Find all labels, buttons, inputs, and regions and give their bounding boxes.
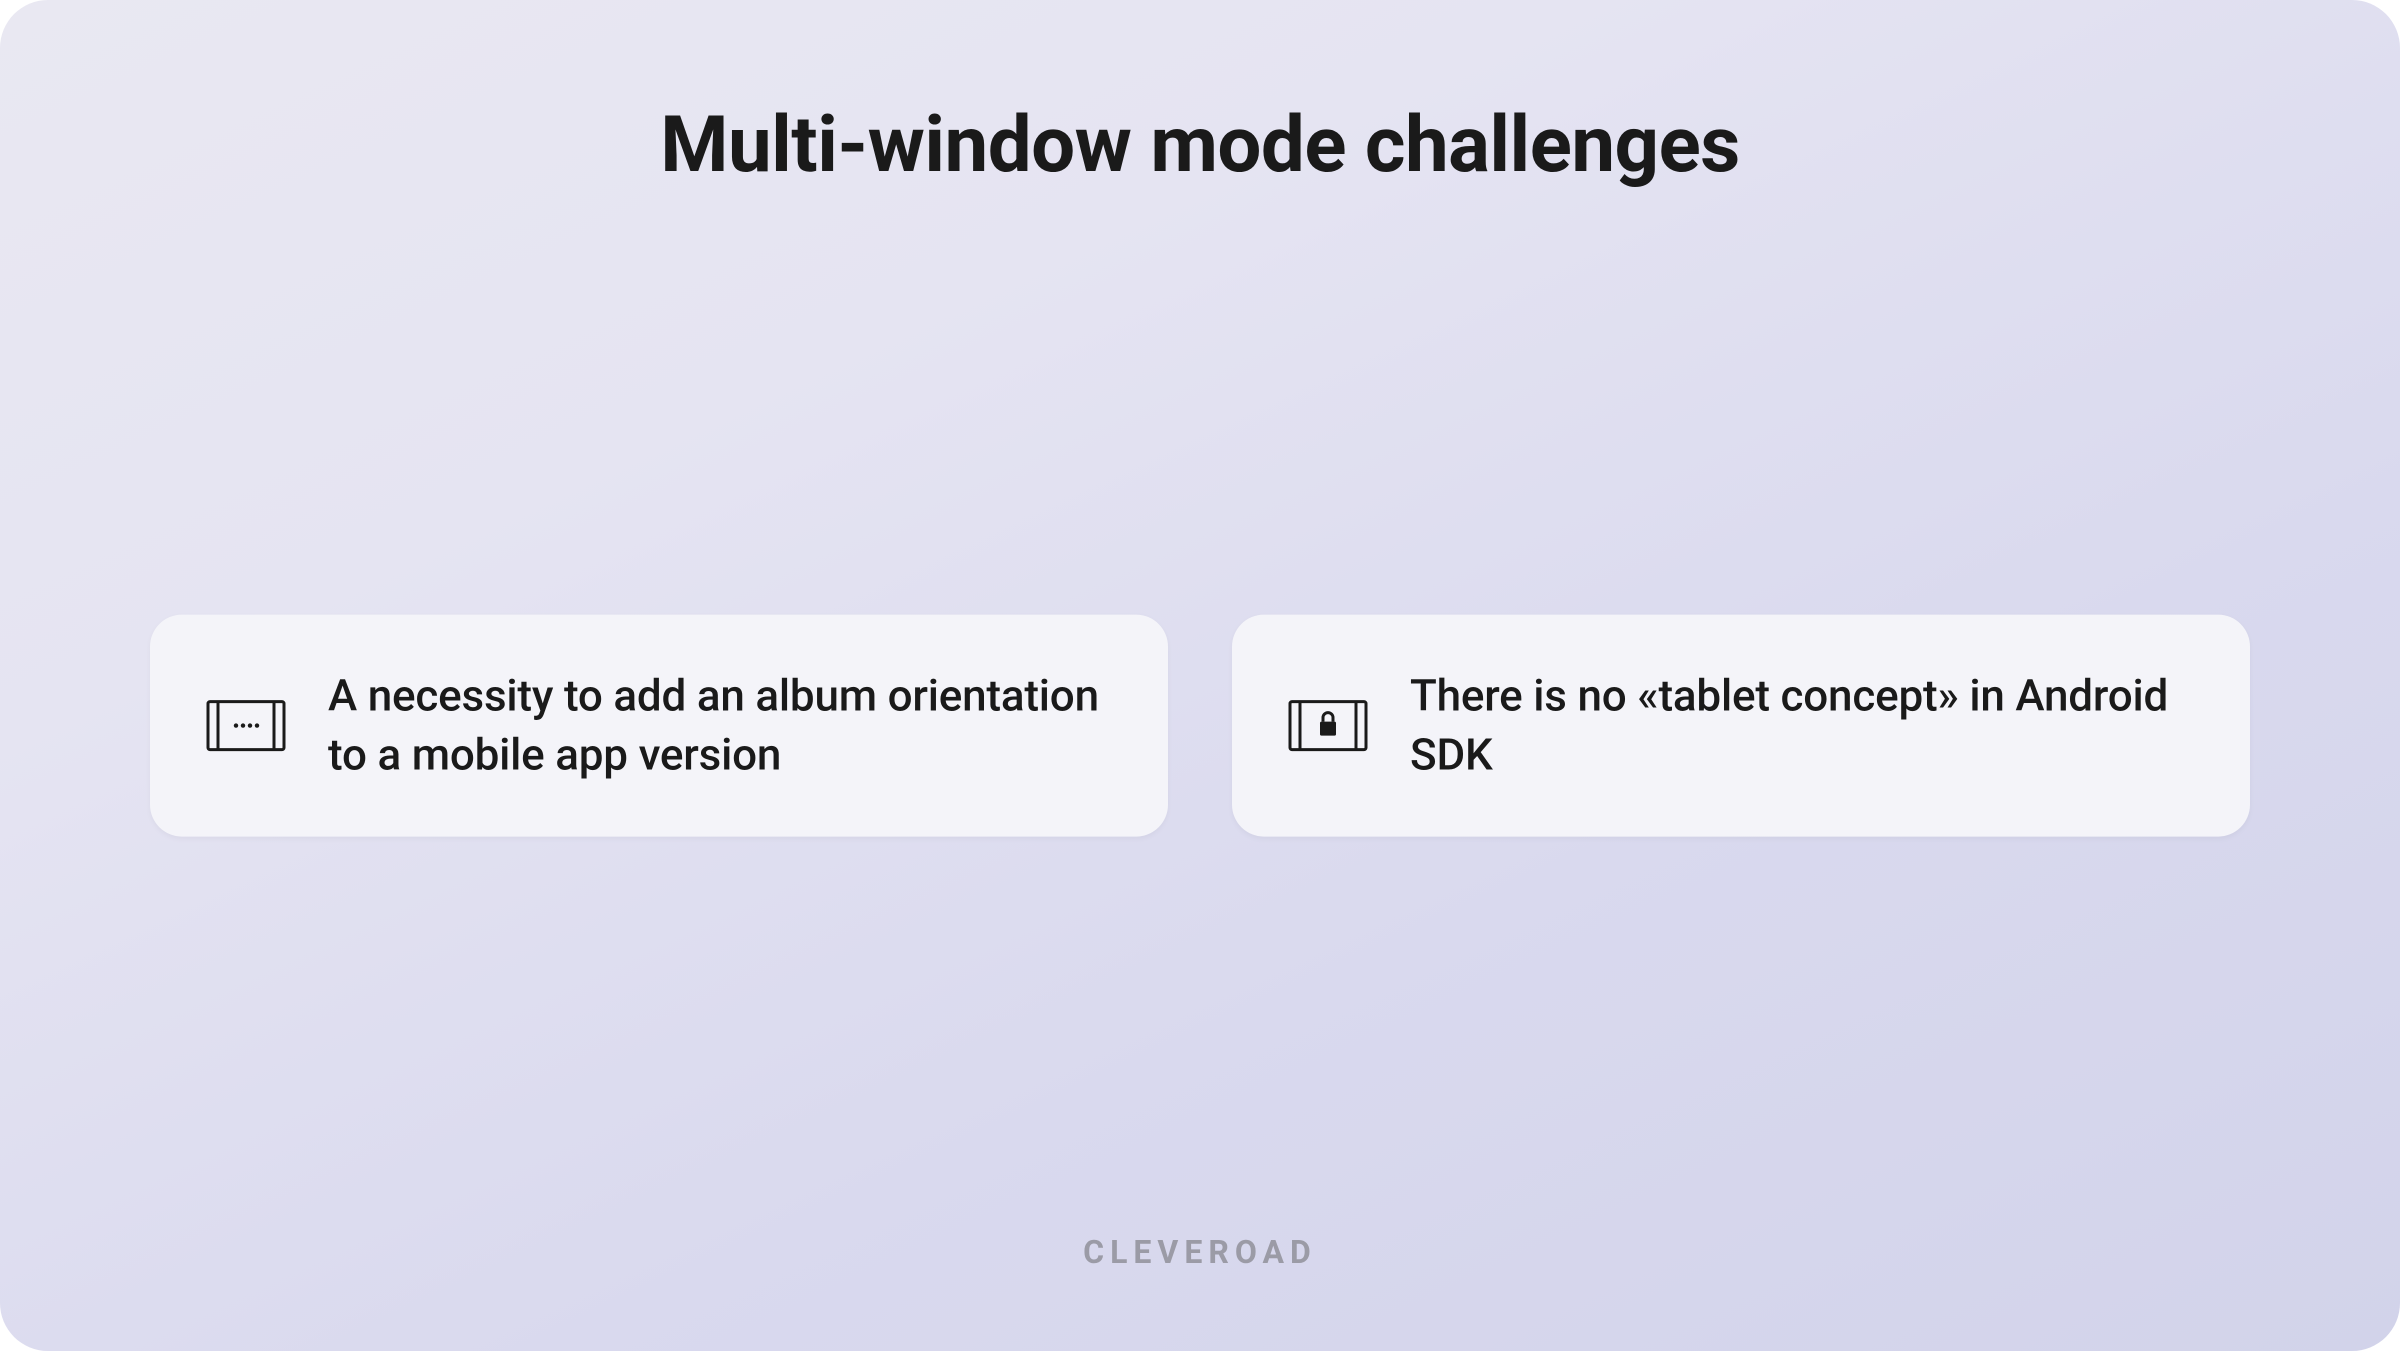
cards-row: A necessity to add an album orientation … — [0, 614, 2400, 837]
challenge-card: A necessity to add an album orientation … — [150, 614, 1168, 837]
page-title: Multi-window mode challenges — [660, 100, 1740, 191]
challenge-card-text: There is no «tablet concept» in Android … — [1410, 666, 2194, 785]
brand-label: CLEVEROAD — [1083, 1233, 1317, 1271]
challenge-card-text: A necessity to add an album orientation … — [328, 666, 1112, 785]
challenge-card: There is no «tablet concept» in Android … — [1232, 614, 2250, 837]
text-rows-icon — [206, 700, 286, 752]
lock-landscape-icon — [1288, 700, 1368, 752]
slide-container: Multi-window mode challenges A necessity… — [0, 0, 2400, 1351]
